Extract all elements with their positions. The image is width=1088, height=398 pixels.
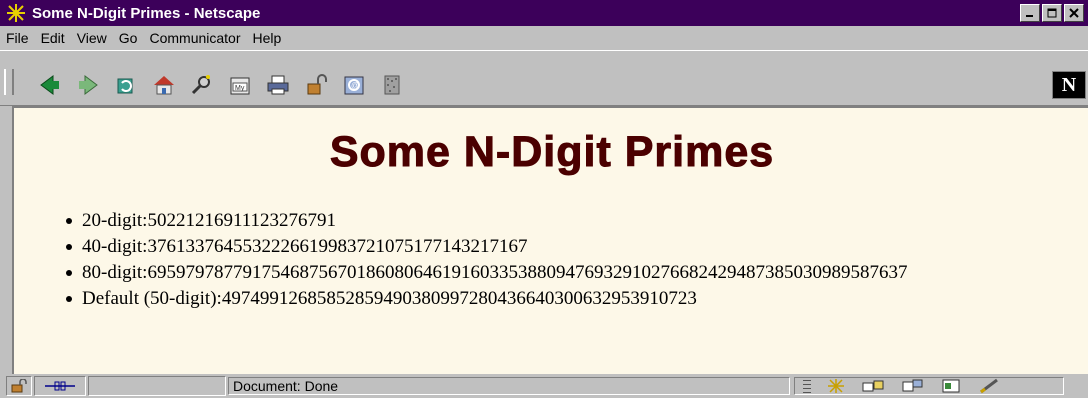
list-item: 40-digit: 376133764553222661998372107517… xyxy=(66,234,907,260)
home-icon xyxy=(154,76,174,95)
status-text-cell: Document: Done xyxy=(228,377,790,395)
list-item: 80-digit: 695979787791754687567018608064… xyxy=(66,260,907,286)
shop-button[interactable]: @ xyxy=(342,73,366,97)
primes-list: 20-digit: 50221216911123276791 40-digit:… xyxy=(66,208,907,312)
reload-button[interactable] xyxy=(114,73,138,97)
menu-go[interactable]: Go xyxy=(113,30,144,46)
prime-label: Default (50-digit) xyxy=(82,288,217,309)
forward-button[interactable] xyxy=(76,73,100,97)
forward-icon xyxy=(79,75,98,95)
prime-label: 20-digit xyxy=(82,210,143,231)
navigator-icon[interactable] xyxy=(827,378,845,394)
prime-value: 50221216911123276791 xyxy=(147,210,337,231)
search-icon xyxy=(191,75,210,95)
connection-icon xyxy=(45,381,75,391)
bullet xyxy=(66,244,72,250)
mail-icon[interactable] xyxy=(861,378,885,394)
browser-window: Some N-Digit Primes - Netscape File Edit… xyxy=(0,0,1088,398)
component-bar xyxy=(794,377,1064,395)
list-item: Default (50-digit): 49749912685852859490… xyxy=(66,286,907,312)
shop-icon: @ xyxy=(344,76,364,95)
progress-bar xyxy=(88,376,226,396)
title-bar[interactable]: Some N-Digit Primes - Netscape xyxy=(0,0,1088,26)
print-button[interactable] xyxy=(266,73,290,97)
prime-value: 4974991268585285949038099728043664030063… xyxy=(221,288,697,309)
home-button[interactable] xyxy=(152,73,176,97)
bullet xyxy=(66,218,72,224)
maximize-icon xyxy=(1047,8,1057,18)
window-controls xyxy=(1020,4,1084,22)
stop-icon xyxy=(384,75,400,95)
connection-status[interactable] xyxy=(34,376,86,396)
menu-bar: File Edit View Go Communicator Help xyxy=(0,26,1088,50)
search-button[interactable] xyxy=(190,73,214,97)
prime-value: 6959797877917546875670186080646191603353… xyxy=(147,262,908,283)
close-icon xyxy=(1069,8,1079,18)
navigation-toolbar: My @ N xyxy=(0,50,1088,106)
reload-icon xyxy=(117,78,133,94)
close-button[interactable] xyxy=(1064,4,1084,22)
status-bar: Document: Done xyxy=(0,374,1088,398)
maximize-button[interactable] xyxy=(1042,4,1062,22)
stop-button[interactable] xyxy=(380,73,404,97)
menu-help[interactable]: Help xyxy=(247,30,288,46)
menu-file[interactable]: File xyxy=(0,30,35,46)
component-grip-icon xyxy=(803,380,811,393)
status-text: Document: Done xyxy=(233,378,339,394)
netscape-logo[interactable]: N xyxy=(1052,71,1086,99)
prime-value: 3761337645532226619983721075177143217167 xyxy=(147,236,528,257)
security-icon xyxy=(307,74,327,95)
page-content: Some N-Digit Primes 20-digit: 5022121691… xyxy=(12,106,1088,374)
menu-edit[interactable]: Edit xyxy=(35,30,71,46)
bullet xyxy=(66,270,72,276)
svg-text:@: @ xyxy=(351,81,359,90)
print-icon xyxy=(267,75,289,95)
netscape-app-icon xyxy=(6,3,26,23)
security-button[interactable] xyxy=(304,73,328,97)
minimize-button[interactable] xyxy=(1020,4,1040,22)
page-heading: Some N-Digit Primes xyxy=(329,128,775,177)
minimize-icon xyxy=(1026,15,1033,17)
discussion-icon[interactable] xyxy=(901,378,925,394)
pen-icon[interactable] xyxy=(977,378,1001,394)
security-status[interactable] xyxy=(6,376,32,396)
back-icon xyxy=(40,75,59,95)
my-netscape-button[interactable]: My xyxy=(228,73,252,97)
list-item: 20-digit: 50221216911123276791 xyxy=(66,208,907,234)
bullet xyxy=(66,296,72,302)
svg-text:My: My xyxy=(235,85,245,92)
composer-icon[interactable] xyxy=(941,378,961,394)
toolbar-buttons: My @ xyxy=(38,73,404,97)
window-title: Some N-Digit Primes - Netscape xyxy=(32,4,261,22)
menu-view[interactable]: View xyxy=(71,30,113,46)
prime-label: 40-digit xyxy=(82,236,143,257)
back-button[interactable] xyxy=(38,73,62,97)
menu-communicator[interactable]: Communicator xyxy=(143,30,246,46)
my-netscape-icon: My xyxy=(230,77,250,95)
toolbar-grip[interactable] xyxy=(4,69,14,95)
prime-label: 80-digit xyxy=(82,262,143,283)
lock-icon xyxy=(11,379,27,393)
